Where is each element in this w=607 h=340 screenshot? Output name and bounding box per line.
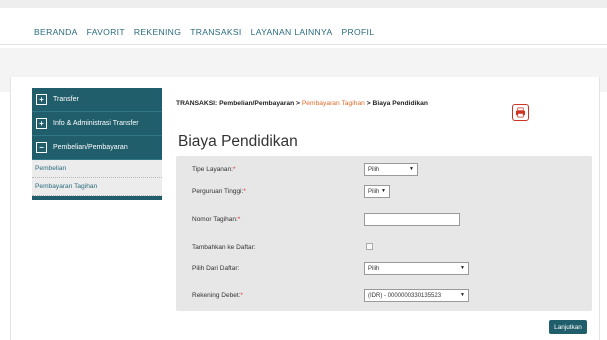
dropdown-arrow-icon: ▼ [460,265,465,271]
nav-transaksi[interactable]: TRANSAKSI [190,27,241,37]
tambahkan-daftar-label: Tambahkan ke Daftar: [192,244,256,251]
select-value: (IDR) - 0000000330135523 [368,292,442,299]
collapse-icon: − [36,142,47,153]
required-marker: * [240,292,243,299]
nav-divider [0,44,607,45]
form-row-perguruan-tinggi: Perguruan Tinggi:* Pilih ▼ [176,183,592,203]
dropdown-arrow-icon: ▼ [381,188,386,194]
nav-beranda[interactable]: BERANDA [34,27,78,37]
sidebar-item-transfer[interactable]: + Transfer [32,88,162,112]
label-text: Rekening Debet: [192,292,241,299]
select-value: Pilih [368,166,380,173]
nomor-tagihan-label: Nomor Tagihan:* [192,216,240,223]
form-row-tipe-layanan: Tipe Layanan:* Pilih ▼ [176,161,592,181]
printer-icon [515,107,526,118]
select-value: Pilih [368,265,380,272]
label-text: Tipe Layanan: [192,166,233,173]
select-value: Pilih [368,188,380,195]
payment-form: Tipe Layanan:* Pilih ▼ Perguruan Tinggi:… [176,156,592,311]
tipe-layanan-select[interactable]: Pilih ▼ [364,163,418,176]
tambahkan-daftar-checkbox[interactable] [366,243,373,250]
sidebar-item-label: Pembelian/Pembayaran [53,144,128,151]
breadcrumb-link-pembayaran-tagihan[interactable]: Pembayaran Tagihan [302,100,365,107]
perguruan-tinggi-select[interactable]: Pilih ▼ [364,185,390,198]
required-marker: * [243,188,246,195]
form-row-nomor-tagihan: Nomor Tagihan:* [176,211,592,231]
sidebar-item-label: Transfer [53,96,79,103]
form-row-pilih-daftar: Pilih Dari Daftar: Pilih ▼ [176,260,592,280]
print-button[interactable] [512,104,529,121]
required-marker: * [237,216,241,223]
form-row-rekening-debet: Rekening Debet:* (IDR) - 000000033013552… [176,287,592,307]
label-text: Perguruan Tinggi: [192,188,244,195]
nav-layanan-lainnya[interactable]: LAYANAN LAINNYA [251,27,333,37]
expand-icon: + [36,118,47,129]
sidebar: + Transfer + Info & Administrasi Transfe… [32,88,162,200]
breadcrumb-prefix: TRANSAKSI: Pembelian/Pembayaran > [176,100,302,107]
sidebar-item-info-administrasi-transfer[interactable]: + Info & Administrasi Transfer [32,112,162,136]
page-title: Biaya Pendidikan [178,133,298,150]
pilih-daftar-label: Pilih Dari Daftar: [192,265,240,272]
dropdown-arrow-icon: ▼ [409,166,414,172]
breadcrumb-suffix: > Biaya Pendidikan [364,100,428,107]
nomor-tagihan-input[interactable] [364,213,460,226]
required-marker: * [232,166,236,173]
pilih-daftar-select[interactable]: Pilih ▼ [364,262,469,275]
dropdown-arrow-icon: ▼ [460,292,465,298]
expand-icon: + [36,94,47,105]
nav-rekening[interactable]: REKENING [134,27,181,37]
tipe-layanan-label: Tipe Layanan:* [192,166,236,173]
rekening-debet-label: Rekening Debet:* [192,292,243,299]
top-band [0,0,607,8]
nav-favorit[interactable]: FAVORIT [87,27,125,37]
sidebar-item-pembelian-pembayaran[interactable]: − Pembelian/Pembayaran [32,136,162,160]
nav-profil[interactable]: PROFIL [341,27,374,37]
breadcrumb: TRANSAKSI: Pembelian/Pembayaran > Pembay… [176,100,428,107]
perguruan-tinggi-label: Perguruan Tinggi:* [192,188,246,195]
main-navigation: BERANDA FAVORIT REKENING TRANSAKSI LAYAN… [34,27,374,37]
sidebar-subitem-pembayaran-tagihan[interactable]: Pembayaran Tagihan [32,178,162,196]
rekening-debet-select[interactable]: (IDR) - 0000000330135523 ▼ [364,289,469,302]
sidebar-footer-bar [32,196,162,200]
form-row-tambahkan-daftar: Tambahkan ke Daftar: [176,239,592,259]
lanjutkan-button[interactable]: Lanjutkan [549,320,587,334]
sidebar-subitem-pembelian[interactable]: Pembelian [32,160,162,178]
sidebar-item-label: Info & Administrasi Transfer [53,120,139,127]
label-text: Nomor Tagihan: [192,216,238,223]
